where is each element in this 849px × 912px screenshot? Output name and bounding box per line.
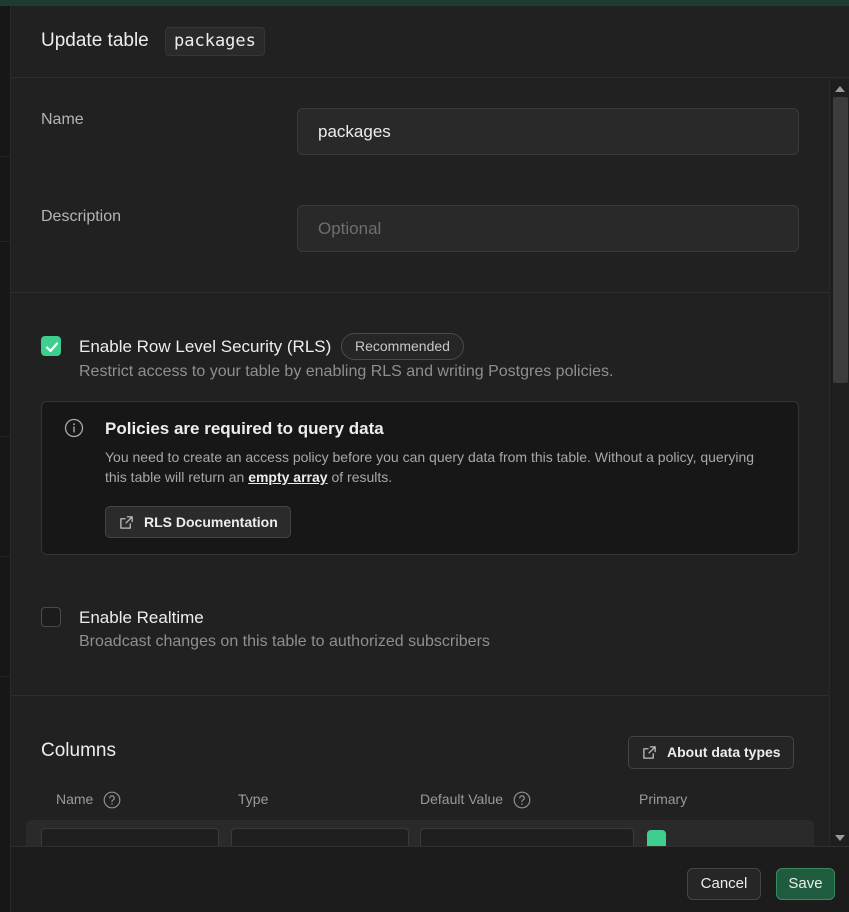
column-name-input[interactable] bbox=[41, 828, 219, 846]
column-header-primary: Primary bbox=[639, 791, 688, 807]
column-header-name-label: Name bbox=[56, 791, 94, 807]
column-default-input[interactable] bbox=[420, 828, 634, 846]
external-link-icon bbox=[643, 746, 656, 759]
column-header-default-value-label: Default Value bbox=[420, 791, 504, 807]
save-button[interactable]: Save bbox=[776, 868, 835, 900]
realtime-label[interactable]: Enable Realtime bbox=[79, 608, 204, 628]
scroll-down-arrow-icon[interactable] bbox=[835, 835, 845, 841]
background-table-edge bbox=[0, 6, 11, 912]
table-name-code: packages bbox=[165, 27, 265, 56]
row-divider bbox=[0, 241, 11, 242]
empty-array-link[interactable]: empty array bbox=[248, 469, 327, 485]
about-data-types-label: About data types bbox=[667, 744, 781, 760]
section-divider bbox=[11, 695, 829, 696]
panel-header: Update table packages bbox=[11, 6, 849, 78]
about-data-types-button[interactable]: About data types bbox=[628, 736, 794, 769]
column-header-default-value: Default Value bbox=[420, 791, 531, 809]
column-type-select[interactable] bbox=[231, 828, 409, 846]
realtime-description: Broadcast changes on this table to autho… bbox=[79, 633, 490, 650]
name-input[interactable]: packages bbox=[297, 108, 799, 155]
panel-scroll-area[interactable]: Name packages Description Optional Enabl… bbox=[11, 79, 829, 846]
vertical-scrollbar[interactable] bbox=[829, 79, 849, 846]
panel-title: Update table bbox=[41, 30, 149, 51]
help-icon[interactable] bbox=[103, 791, 121, 809]
rls-label[interactable]: Enable Row Level Security (RLS) bbox=[79, 337, 331, 357]
external-link-icon bbox=[120, 516, 133, 529]
column-header-name: Name bbox=[56, 791, 121, 809]
row-divider bbox=[0, 156, 11, 157]
row-divider bbox=[0, 556, 11, 557]
info-icon bbox=[64, 418, 84, 443]
section-divider bbox=[11, 292, 829, 293]
rls-documentation-button[interactable]: RLS Documentation bbox=[105, 506, 291, 538]
description-label: Description bbox=[41, 208, 122, 225]
cancel-button[interactable]: Cancel bbox=[687, 868, 761, 900]
panel-footer: Cancel Save bbox=[11, 846, 849, 912]
alert-body-text-end: of results. bbox=[327, 469, 393, 485]
row-divider bbox=[0, 436, 11, 437]
alert-body-text: You need to create an access policy befo… bbox=[105, 449, 755, 485]
help-icon[interactable] bbox=[513, 791, 531, 809]
alert-title: Policies are required to query data bbox=[105, 419, 384, 438]
column-header-type: Type bbox=[238, 791, 269, 807]
realtime-checkbox[interactable] bbox=[41, 607, 61, 627]
scroll-up-arrow-icon[interactable] bbox=[835, 86, 845, 92]
description-input[interactable]: Optional bbox=[297, 205, 799, 252]
column-row-partial bbox=[26, 820, 814, 846]
update-table-panel: Update table packages Name packages Desc… bbox=[11, 6, 849, 912]
primary-checkbox[interactable] bbox=[647, 830, 666, 846]
columns-title: Columns bbox=[41, 740, 116, 761]
scrollbar-thumb[interactable] bbox=[833, 97, 848, 383]
recommended-badge: Recommended bbox=[341, 333, 464, 360]
name-label: Name bbox=[41, 111, 84, 128]
check-icon bbox=[45, 342, 59, 353]
rls-documentation-label: RLS Documentation bbox=[144, 514, 278, 530]
rls-checkbox[interactable] bbox=[41, 336, 61, 356]
row-divider bbox=[0, 676, 11, 677]
alert-body: You need to create an access policy befo… bbox=[105, 447, 775, 487]
policies-alert: Policies are required to query data You … bbox=[41, 401, 799, 555]
rls-description: Restrict access to your table by enablin… bbox=[79, 363, 614, 380]
